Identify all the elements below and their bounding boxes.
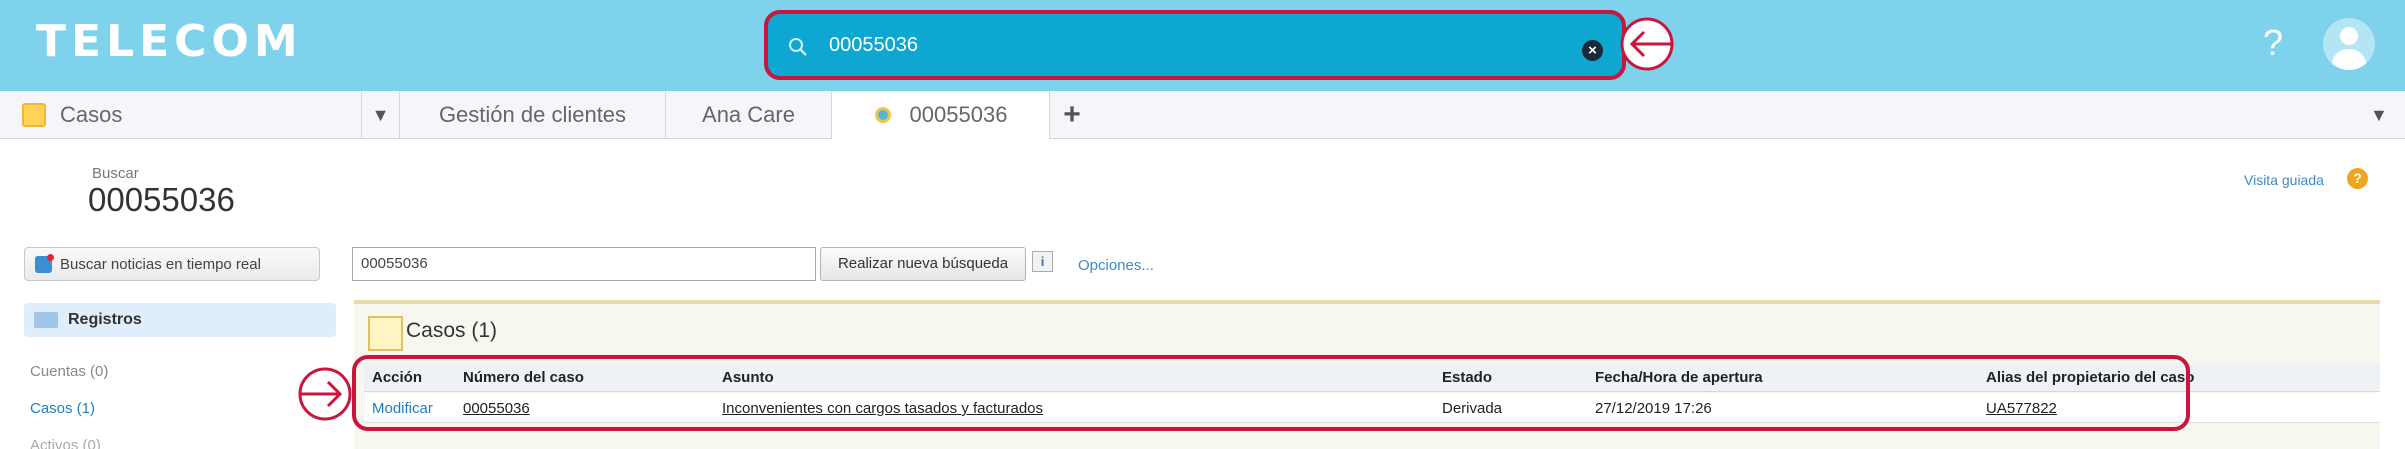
global-search-input[interactable]: 00055036 — [829, 34, 918, 57]
clear-search-icon[interactable]: × — [1582, 40, 1603, 61]
avatar[interactable] — [2323, 18, 2375, 70]
new-search-button[interactable]: Realizar nueva búsqueda — [820, 247, 1026, 281]
avatar-head-shape — [2340, 27, 2358, 45]
tab-label: Ana Care — [702, 102, 795, 127]
plus-icon: + — [1063, 98, 1081, 131]
tab-label: Gestión de clientes — [438, 102, 627, 127]
brand-logo: TELECOM — [36, 16, 303, 67]
records-label: Registros — [68, 311, 142, 328]
tab-bar: Casos ▼ Gestión de clientes Ana Care 000… — [0, 91, 2405, 139]
tab-casos-menu[interactable]: ▼ — [362, 91, 400, 139]
highlight-box — [352, 355, 2190, 431]
annotation-arrow-icon — [1620, 17, 1674, 71]
page-title: 00055036 — [88, 181, 235, 218]
global-header: TELECOM 00055036 × ? — [0, 0, 2405, 91]
chatter-icon — [35, 253, 54, 273]
page-label: Buscar — [92, 165, 139, 182]
add-tab-button[interactable]: + — [1050, 91, 1094, 139]
records-header: Registros — [24, 303, 336, 337]
avatar-body-shape — [2332, 49, 2366, 70]
case-folder-icon — [368, 316, 403, 351]
chevron-down-icon: ▼ — [371, 104, 390, 125]
help-bubble-icon[interactable]: ? — [2347, 168, 2368, 189]
options-link[interactable]: Opciones... — [1078, 257, 1154, 274]
tab-overflow-chevron-icon[interactable]: ▼ — [2370, 105, 2388, 126]
folder-icon — [34, 312, 58, 328]
annotation-arrow-icon — [298, 367, 352, 421]
case-folder-icon — [22, 103, 46, 127]
sidebar-item-casos[interactable]: Casos (1) — [30, 400, 95, 417]
search-input[interactable]: 00055036 — [352, 247, 816, 281]
info-icon[interactable]: i — [1032, 251, 1053, 272]
tab-search-result[interactable]: 00055036 — [832, 91, 1050, 139]
tab-label: Casos — [60, 102, 123, 127]
realtime-news-button[interactable]: Buscar noticias en tiempo real — [24, 247, 320, 281]
tab-casos[interactable]: Casos — [0, 91, 362, 139]
tab-ana-care[interactable]: Ana Care — [666, 91, 832, 139]
sidebar-item-cuentas[interactable]: Cuentas (0) — [30, 363, 108, 380]
help-icon[interactable]: ? — [2263, 22, 2283, 64]
sidebar-item-activos[interactable]: Activos (0) — [30, 437, 101, 449]
results-title: Casos (1) — [406, 319, 498, 342]
global-search-box[interactable]: 00055036 × — [764, 10, 1626, 80]
tab-gestion-clientes[interactable]: Gestión de clientes — [400, 91, 666, 139]
tab-label: 00055036 — [909, 102, 1008, 127]
realtime-news-label: Buscar noticias en tiempo real — [60, 255, 261, 273]
guided-tour-link[interactable]: Visita guiada — [2244, 172, 2324, 188]
search-result-icon — [874, 107, 891, 123]
search-icon — [789, 38, 807, 56]
